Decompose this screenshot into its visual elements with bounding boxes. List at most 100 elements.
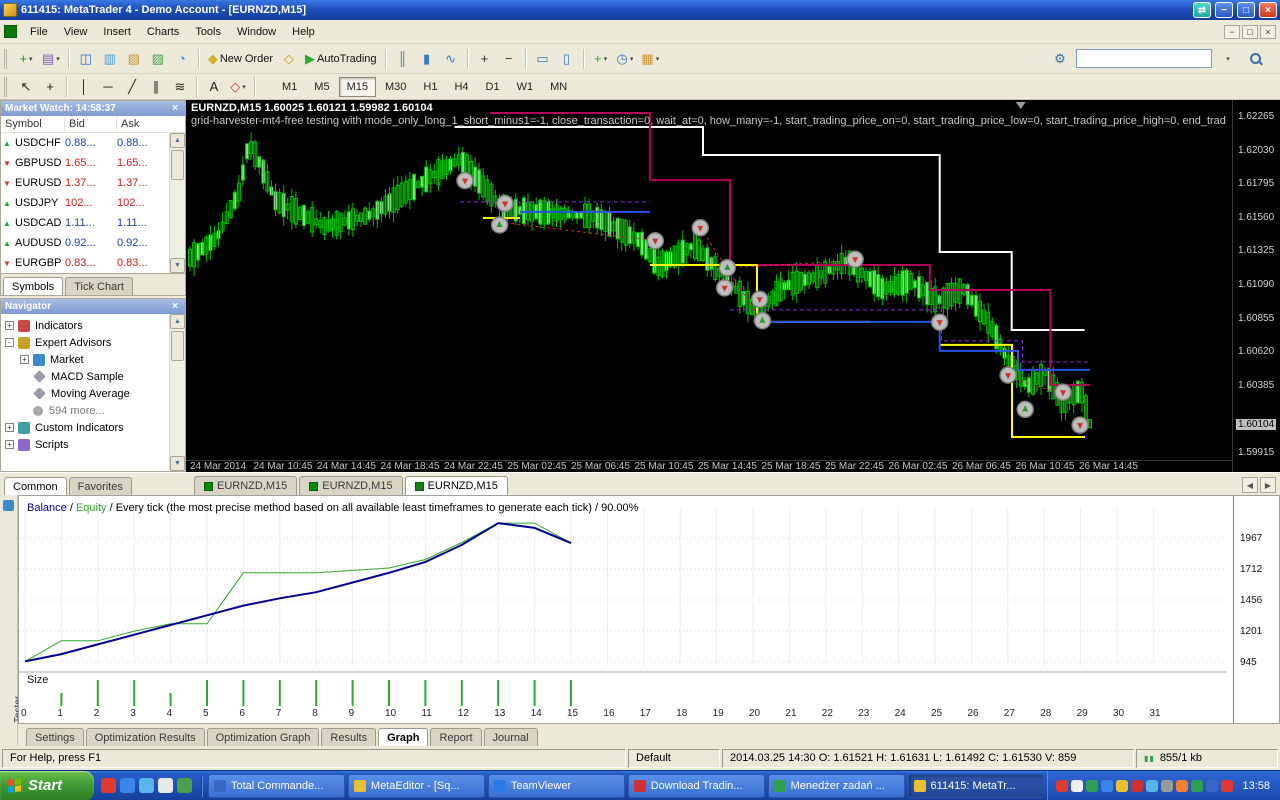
- nav-item-594-more[interactable]: 594 more...: [1, 402, 185, 419]
- chart-window-icon[interactable]: [4, 25, 17, 38]
- chart-tab-2[interactable]: EURNZD,M15: [404, 476, 508, 495]
- metaeditor-button[interactable]: ◇: [277, 48, 301, 70]
- scroll-down-icon[interactable]: ▼: [170, 456, 185, 471]
- timeframe-mn-button[interactable]: MN: [542, 77, 575, 97]
- menu-insert[interactable]: Insert: [95, 23, 139, 41]
- timeframe-m5-button[interactable]: M5: [306, 77, 337, 97]
- menu-tools[interactable]: Tools: [187, 23, 229, 41]
- market-watch-toggle[interactable]: ◫: [74, 48, 98, 70]
- tray-icon-7[interactable]: [1146, 779, 1159, 792]
- scrollbar-thumb[interactable]: [171, 331, 184, 361]
- quick-launch-icon-1[interactable]: [101, 778, 116, 793]
- nav-item-indicators[interactable]: + Indicators: [1, 317, 185, 334]
- strategy-tester-toggle[interactable]: ◔: [170, 48, 194, 70]
- timeframe-m15-button[interactable]: M15: [338, 76, 376, 97]
- expand-icon[interactable]: +: [5, 423, 14, 432]
- collapse-icon[interactable]: -: [5, 338, 14, 347]
- tester-tab-optimization-results[interactable]: Optimization Results: [85, 728, 205, 746]
- quick-launch-icon-5[interactable]: [177, 778, 192, 793]
- line-chart-button[interactable]: ∿: [439, 48, 463, 70]
- new-chart-button[interactable]: + ▾: [14, 48, 38, 70]
- market-watch-row-eurusd[interactable]: ▼ EURUSD 1.37... 1.37...: [1, 173, 169, 193]
- horizontal-line-button[interactable]: ─: [96, 76, 120, 98]
- trendline-button[interactable]: ╱: [120, 76, 144, 98]
- navigator-tab-favorites[interactable]: Favorites: [68, 477, 132, 495]
- tabs-scroll-left-icon[interactable]: ◀: [1242, 477, 1258, 493]
- taskbar-button-teamviewer[interactable]: TeamViewer: [487, 773, 625, 798]
- tray-icon-6[interactable]: [1131, 779, 1144, 792]
- vertical-line-button[interactable]: │: [72, 76, 96, 98]
- tray-icon-2[interactable]: [1071, 779, 1084, 792]
- cascade-windows-button[interactable]: ▯: [555, 48, 579, 70]
- autotrading-button[interactable]: ▶ AutoTrading: [301, 48, 381, 70]
- chart-tab-1[interactable]: EURNZD,M15: [299, 476, 403, 495]
- new-order-button[interactable]: ◆ New Order: [204, 48, 277, 70]
- scroll-up-icon[interactable]: ▲: [170, 314, 185, 329]
- nav-item-scripts[interactable]: + Scripts: [1, 436, 185, 453]
- timeframe-h1-button[interactable]: H1: [415, 77, 445, 97]
- market-watch-tab-symbols[interactable]: Symbols: [3, 277, 64, 295]
- nav-item-market[interactable]: + Market: [1, 351, 185, 368]
- candlestick-chart-button[interactable]: ▮: [415, 48, 439, 70]
- tray-icon-10[interactable]: [1191, 779, 1204, 792]
- arrows-button[interactable]: ◇ ▾: [226, 76, 250, 98]
- tester-tab-report[interactable]: Report: [430, 728, 482, 746]
- column-header-symbol[interactable]: Symbol: [1, 115, 65, 133]
- tester-tab-settings[interactable]: Settings: [26, 728, 84, 746]
- equidistant-channel-button[interactable]: ∥: [144, 76, 168, 98]
- chart-area[interactable]: EURNZD,M15 1.60025 1.60121 1.59982 1.601…: [186, 100, 1280, 472]
- column-header-ask[interactable]: Ask: [117, 116, 169, 133]
- navigator-tab-common[interactable]: Common: [4, 477, 67, 495]
- menu-window[interactable]: Window: [229, 23, 284, 41]
- navigator-header[interactable]: Navigator ×: [1, 299, 185, 314]
- tray-icon-11[interactable]: [1206, 779, 1219, 792]
- tray-icon-12[interactable]: [1221, 779, 1234, 792]
- text-label-button[interactable]: A: [202, 76, 226, 98]
- quick-launch-icon-4[interactable]: [158, 778, 173, 793]
- timeframe-m30-button[interactable]: M30: [377, 77, 414, 97]
- search-input[interactable]: [1076, 49, 1212, 68]
- taskbar-button-611415-metatr[interactable]: 611415: MetaTr...: [907, 773, 1045, 798]
- market-watch-tab-tick-chart[interactable]: Tick Chart: [65, 277, 133, 295]
- close-button[interactable]: ×: [1259, 2, 1277, 18]
- tester-tab-optimization-graph[interactable]: Optimization Graph: [206, 728, 320, 746]
- mdi-minimize-button[interactable]: −: [1224, 24, 1240, 39]
- timeframe-h4-button[interactable]: H4: [446, 77, 476, 97]
- timeframe-w1-button[interactable]: W1: [509, 77, 542, 97]
- market-watch-scrollbar[interactable]: ▲ ▼: [169, 133, 185, 273]
- market-watch-row-audusd[interactable]: ▲ AUDUSD 0.92... 0.92...: [1, 233, 169, 253]
- periods-button[interactable]: ◷ ▾: [613, 48, 638, 70]
- tabs-scroll-right-icon[interactable]: ▶: [1260, 477, 1276, 493]
- nav-item-macd-sample[interactable]: MACD Sample: [1, 368, 185, 385]
- status-profile[interactable]: Default: [628, 748, 720, 768]
- nav-item-expert-advisors[interactable]: - Expert Advisors: [1, 334, 185, 351]
- chart-tab-0[interactable]: EURNZD,M15: [194, 476, 298, 495]
- close-icon[interactable]: ×: [169, 301, 181, 312]
- bar-chart-button[interactable]: ║: [391, 48, 415, 70]
- tray-icon-3[interactable]: [1086, 779, 1099, 792]
- minimize-button[interactable]: −: [1215, 2, 1233, 18]
- start-button[interactable]: Start: [0, 770, 94, 800]
- quick-launch-icon-3[interactable]: [139, 778, 154, 793]
- tester-tab-results[interactable]: Results: [321, 728, 377, 746]
- profiles-button[interactable]: ▤ ▾: [38, 48, 64, 70]
- scroll-down-icon[interactable]: ▼: [170, 258, 185, 273]
- expand-icon[interactable]: +: [20, 355, 29, 364]
- fibonacci-button[interactable]: ≋: [168, 76, 192, 98]
- timeframe-d1-button[interactable]: D1: [478, 77, 508, 97]
- menu-help[interactable]: Help: [284, 23, 323, 41]
- taskbar-button-mened-er-zada[interactable]: Menedżer zadań ...: [767, 773, 905, 798]
- tray-icon-1[interactable]: [1056, 779, 1069, 792]
- tester-side-tab[interactable]: Tester: [0, 495, 24, 746]
- indicators-list-button[interactable]: + ▾: [589, 48, 613, 70]
- market-watch-row-usdcad[interactable]: ▲ USDCAD 1.11... 1.11...: [1, 213, 169, 233]
- crosshair-button[interactable]: +: [38, 76, 62, 98]
- zoom-out-button[interactable]: −: [497, 48, 521, 70]
- tile-windows-button[interactable]: ▭: [531, 48, 555, 70]
- quick-launch-icon-2[interactable]: [120, 778, 135, 793]
- menu-charts[interactable]: Charts: [139, 23, 187, 41]
- market-watch-row-gbpusd[interactable]: ▼ GBPUSD 1.65... 1.65...: [1, 153, 169, 173]
- templates-button[interactable]: ▦ ▾: [637, 48, 663, 70]
- scroll-up-icon[interactable]: ▲: [170, 133, 185, 148]
- tray-icon-8[interactable]: [1161, 779, 1174, 792]
